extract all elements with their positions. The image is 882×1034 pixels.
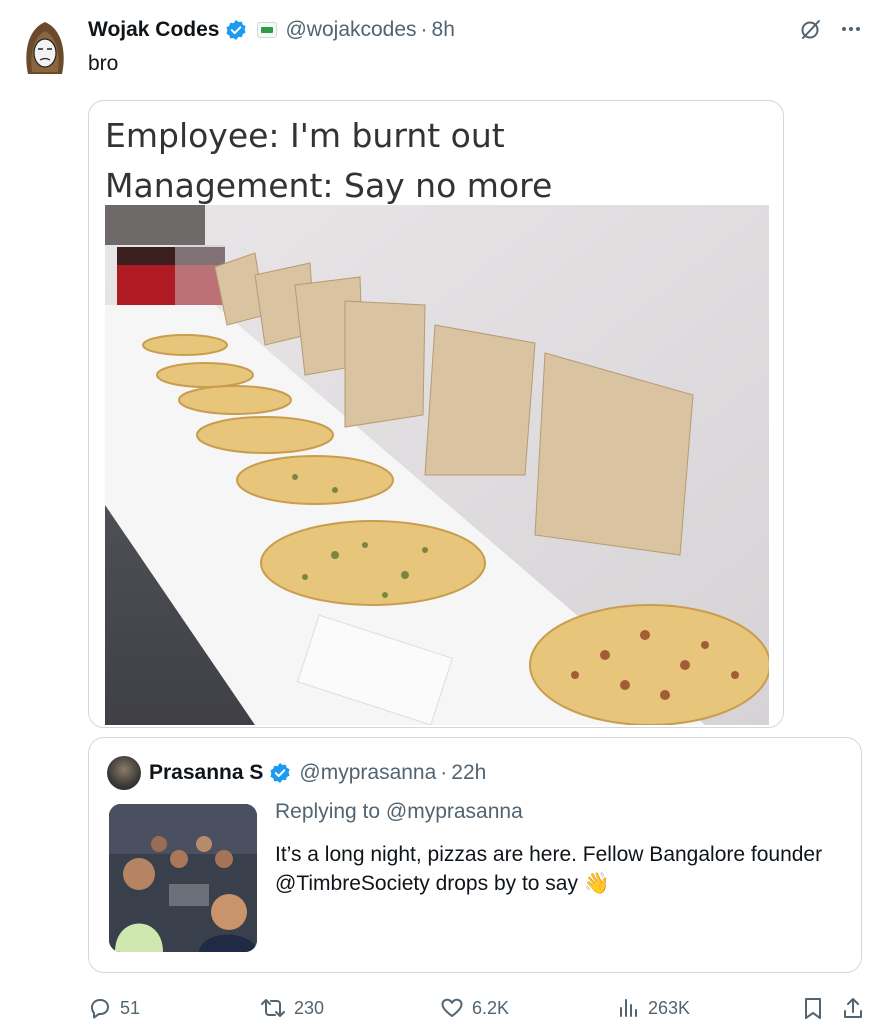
- repost-count: 230: [294, 997, 325, 1018]
- tweet-action-bar: 51 230 6.2K 263K: [88, 992, 864, 1024]
- author-name[interactable]: Wojak Codes: [88, 18, 219, 42]
- tweet-media[interactable]: Employee: I'm burnt out Management: Say …: [88, 100, 784, 728]
- bookmark-icon: [802, 996, 824, 1020]
- views-icon: [616, 996, 640, 1020]
- reply-button[interactable]: 51: [88, 996, 140, 1020]
- pizza-photo: [105, 205, 769, 725]
- quoted-author-handle[interactable]: @myprasanna: [299, 761, 436, 785]
- share-icon: [842, 996, 864, 1020]
- bookmark-button[interactable]: [802, 996, 824, 1020]
- quoted-tweet[interactable]: Prasanna S @myprasanna · 22h Replying to…: [88, 737, 862, 973]
- like-button[interactable]: 6.2K: [440, 996, 509, 1020]
- quoted-author-avatar[interactable]: [107, 756, 141, 790]
- author-avatar[interactable]: [22, 16, 68, 76]
- meme-caption: Employee: I'm burnt out Management: Say …: [105, 111, 552, 211]
- like-icon: [440, 996, 464, 1020]
- tweet-text: bro: [88, 52, 119, 75]
- more-icon[interactable]: [838, 16, 864, 42]
- author-handle[interactable]: @wojakcodes: [285, 18, 416, 42]
- affiliation-badge-icon[interactable]: [257, 22, 278, 38]
- quoted-tweet-header: Prasanna S @myprasanna · 22h: [149, 758, 486, 788]
- like-count: 6.2K: [472, 997, 510, 1018]
- quoted-tweet-text: It’s a long night, pizzas are here. Fell…: [275, 843, 823, 895]
- replying-to[interactable]: Replying to @myprasanna: [275, 800, 523, 824]
- quoted-author-name[interactable]: Prasanna S: [149, 761, 263, 785]
- separator: ·: [420, 18, 428, 41]
- tweet-time[interactable]: 8h: [432, 18, 455, 42]
- share-button[interactable]: [842, 996, 864, 1020]
- views-button[interactable]: 263K: [616, 996, 690, 1020]
- verified-badge-icon[interactable]: [225, 19, 247, 41]
- tweet-header: Wojak Codes @wojakcodes · 8h: [88, 16, 455, 44]
- quoted-tweet-image[interactable]: [109, 804, 257, 952]
- verified-badge-icon[interactable]: [269, 762, 291, 784]
- quoted-tweet-time[interactable]: 22h: [451, 761, 486, 785]
- separator: ·: [440, 761, 448, 784]
- reply-icon: [88, 996, 112, 1020]
- tweet-top-actions: [798, 16, 864, 42]
- grok-icon[interactable]: [798, 16, 824, 42]
- repost-button[interactable]: 230: [260, 996, 324, 1020]
- reply-count: 51: [120, 997, 141, 1018]
- repost-icon: [260, 996, 286, 1020]
- meme-caption-line-1: Employee: I'm burnt out: [105, 116, 505, 155]
- meme-caption-line-2: Management: Say no more: [105, 166, 553, 205]
- views-count: 263K: [648, 997, 691, 1018]
